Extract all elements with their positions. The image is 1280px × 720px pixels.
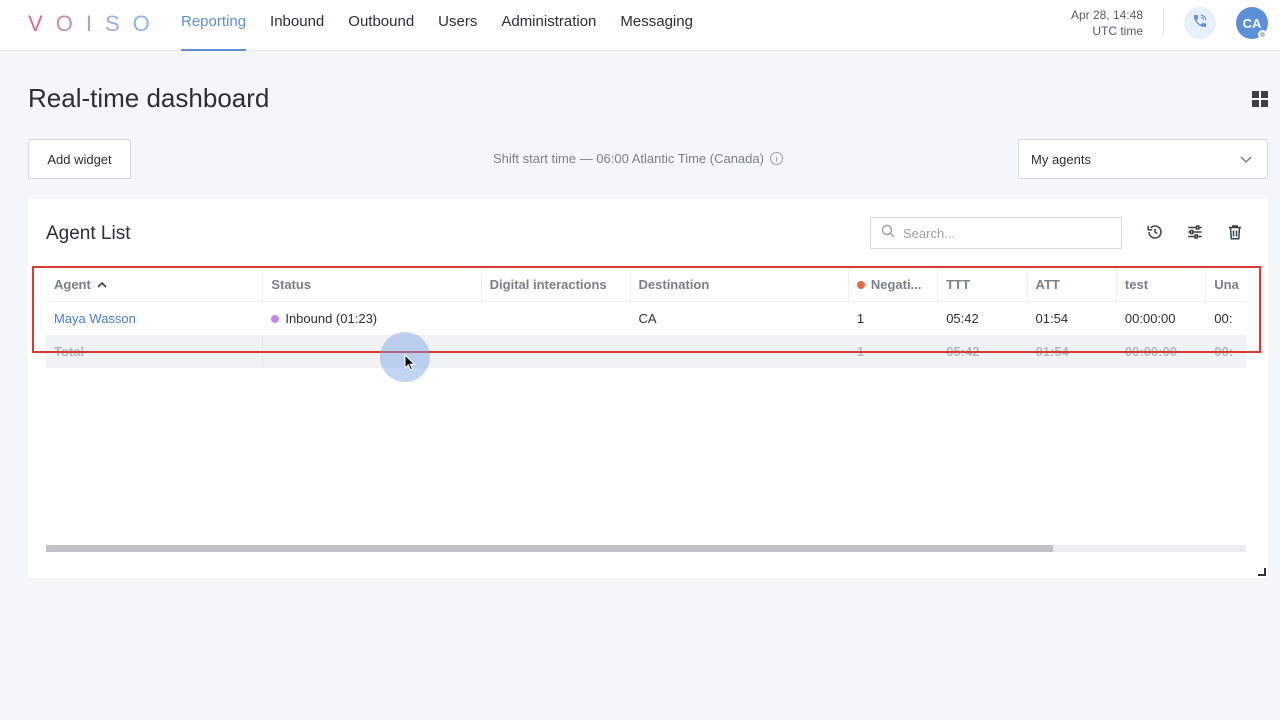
clock: Apr 28, 14:48 UTC time bbox=[1071, 7, 1143, 39]
total-ttt: 05:42 bbox=[946, 344, 980, 359]
total-test: 00:00:00 bbox=[1124, 344, 1177, 359]
total-negative: 1 bbox=[856, 344, 865, 359]
cell-status: Inbound (01:23) bbox=[263, 302, 481, 335]
col-agent[interactable]: Agent bbox=[46, 268, 264, 301]
table-row: Maya Wasson Inbound (01:23) CA 1 05:42 0… bbox=[46, 302, 1246, 336]
logo-letter-o: O bbox=[55, 11, 74, 36]
total-unavailable: 00: bbox=[1214, 344, 1234, 359]
cell-att: 01:54 bbox=[1035, 311, 1069, 326]
search-box[interactable] bbox=[870, 217, 1122, 249]
agent-name-link[interactable]: Maya Wasson bbox=[54, 311, 136, 326]
table-header-row: Agent Status Digital interactions Destin… bbox=[46, 268, 1246, 302]
col-agent-label: Agent bbox=[54, 277, 91, 292]
total-digital bbox=[482, 336, 631, 367]
scrollbar-thumb[interactable] bbox=[46, 545, 1053, 552]
nav-reporting[interactable]: Reporting bbox=[181, 0, 247, 51]
main-nav: Reporting Inbound Outbound Users Adminis… bbox=[181, 0, 717, 51]
page-title: Real-time dashboard bbox=[28, 83, 270, 113]
nav-inbound[interactable]: Inbound bbox=[270, 0, 324, 51]
cell-agent: Maya Wasson bbox=[46, 302, 263, 335]
total-destination bbox=[631, 336, 849, 367]
nav-users[interactable]: Users bbox=[438, 0, 477, 51]
top-bar: V O I S O Reporting Inbound Outbound Use… bbox=[0, 0, 1280, 51]
cell-digital bbox=[482, 302, 631, 335]
sort-asc-icon bbox=[97, 281, 107, 289]
total-status bbox=[263, 336, 481, 367]
negative-dot bbox=[856, 280, 865, 289]
col-digital-interactions[interactable]: Digital interactions bbox=[482, 268, 631, 301]
history-icon[interactable] bbox=[1146, 223, 1164, 241]
grid-layout-icon[interactable] bbox=[1252, 91, 1268, 107]
search-input[interactable] bbox=[903, 225, 1103, 241]
cell-unavailable: 00: bbox=[1214, 311, 1233, 326]
chevron-down-icon bbox=[1239, 152, 1253, 169]
nav-administration[interactable]: Administration bbox=[501, 0, 596, 51]
col-ttt[interactable]: TTT bbox=[938, 268, 1028, 301]
info-icon[interactable]: i bbox=[769, 152, 783, 165]
agent-table: Agent Status Digital interactions Destin… bbox=[46, 268, 1246, 368]
cell-ttt: 05:42 bbox=[946, 311, 979, 326]
col-att[interactable]: ATT bbox=[1028, 268, 1117, 301]
presence-dot bbox=[1258, 30, 1267, 39]
col-test[interactable]: test bbox=[1117, 268, 1207, 301]
col-negative-label: Negati... bbox=[870, 277, 922, 292]
phone-icon bbox=[1192, 13, 1208, 34]
col-destination[interactable]: Destination bbox=[631, 268, 849, 301]
agents-select-value: My agents bbox=[1031, 151, 1091, 167]
header-divider bbox=[1163, 8, 1164, 36]
voiso-logo[interactable]: V O I S O bbox=[28, 11, 151, 37]
logo-letter-o2: O bbox=[132, 11, 151, 36]
agent-list-widget: Agent List Agent Status Digital interact… bbox=[28, 199, 1268, 578]
logo-letter-v: V bbox=[28, 11, 44, 36]
logo-letter-s: S bbox=[104, 11, 121, 36]
status-text: Inbound (01:23) bbox=[285, 311, 378, 326]
total-label: Total bbox=[46, 336, 264, 367]
horizontal-scrollbar[interactable] bbox=[46, 545, 1246, 552]
agents-filter-select[interactable]: My agents bbox=[1018, 139, 1268, 179]
status-dot bbox=[271, 314, 280, 323]
col-status[interactable]: Status bbox=[263, 268, 482, 301]
col-negative[interactable]: Negati... bbox=[849, 268, 939, 301]
col-unavailable[interactable]: Una bbox=[1206, 268, 1246, 301]
total-att: 01:54 bbox=[1035, 344, 1069, 359]
cell-negative: 1 bbox=[856, 311, 865, 326]
nav-messaging[interactable]: Messaging bbox=[620, 0, 693, 51]
add-widget-button[interactable]: Add widget bbox=[28, 139, 131, 179]
clock-date: Apr 28, 14:48 bbox=[1070, 8, 1143, 22]
settings-sliders-icon[interactable] bbox=[1186, 223, 1204, 241]
cell-destination: CA bbox=[638, 311, 657, 326]
widget-title: Agent List bbox=[46, 223, 131, 244]
cell-test: 00:00:00 bbox=[1124, 311, 1176, 326]
phone-button[interactable] bbox=[1184, 7, 1216, 39]
table-total-row: Total 1 05:42 01:54 00:00:00 00: bbox=[46, 336, 1246, 368]
shift-start-text: Shift start time — 06:00 Atlantic Time (… bbox=[493, 151, 783, 166]
resize-handle[interactable] bbox=[1258, 568, 1266, 576]
shift-label: Shift start time — 06:00 Atlantic Time (… bbox=[493, 151, 764, 166]
trash-icon[interactable] bbox=[1226, 223, 1244, 241]
clock-timezone: UTC time bbox=[1092, 24, 1143, 38]
search-icon bbox=[881, 224, 895, 243]
nav-outbound[interactable]: Outbound bbox=[348, 0, 414, 51]
logo-letter-i: I bbox=[85, 11, 93, 36]
